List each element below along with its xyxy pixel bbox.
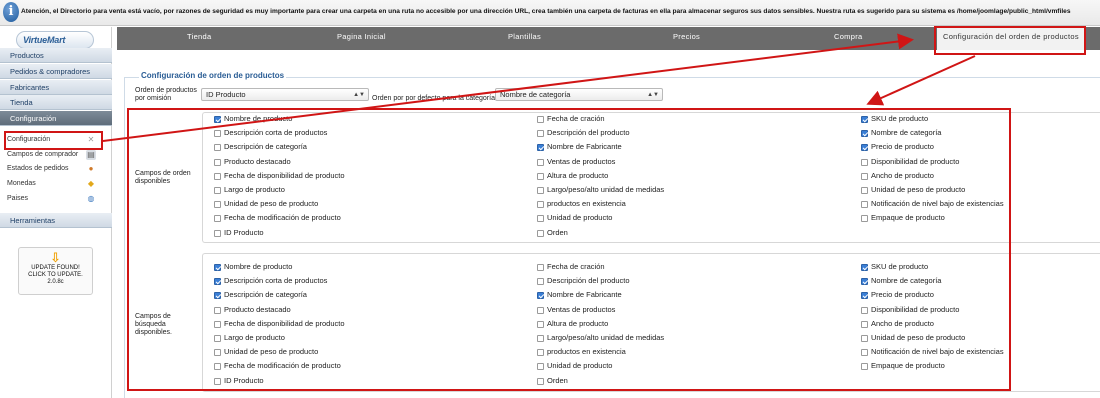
status-icon: ● [88,164,94,173]
tab-compra[interactable]: Compra [834,27,862,50]
sidebar-subitem-campos-comprador[interactable]: Campos de comprador ▤ [0,148,112,162]
annotation-box-configuracion [4,131,103,150]
sidebar-item-pedidos[interactable]: Pedidos & compradores [0,64,112,79]
sidebar: VirtueMart Productos Pedidos & comprador… [0,27,112,398]
category-order-value: Nombre de categoría [500,90,571,99]
sidebar-item-fabricantes[interactable]: Fabricantes [0,80,112,95]
tab-plantillas[interactable]: Plantillas [508,27,541,50]
update-button[interactable]: ⇩ UPDATE FOUND! CLICK TO UPDATE. 2.0.8c [18,247,93,295]
category-order-label: Orden por por defecto para la categoría [372,95,495,102]
globe-icon: ◍ [87,194,95,203]
sidebar-item-tienda[interactable]: Tienda [0,95,112,110]
tab-tienda[interactable]: Tienda [187,27,211,50]
sidebar-item-herramientas[interactable]: Herramientas [0,213,112,228]
virtuemart-logo[interactable]: VirtueMart [16,31,94,49]
notice-text: Atención, el Directorio para venta está … [21,8,1071,15]
tab-pagina-inicial[interactable]: Pagina Inicial [337,27,386,50]
sidebar-item-productos[interactable]: Productos [0,48,112,63]
update-version: 2.0.8c [47,279,64,285]
sidebar-subitem-paises[interactable]: Paises ◍ [0,192,112,206]
subitem-label: Paises [7,195,29,202]
notice-bar: i Atención, el Directorio para venta est… [0,0,1100,26]
section-legend: Configuración de orden de productos [139,71,287,80]
download-arrow-icon: ⇩ [50,250,61,265]
chevron-updown-icon: ▲▼ [353,92,365,98]
update-line-2: CLICK TO UPDATE. [28,272,83,278]
annotation-box-tab [934,26,1086,55]
sidebar-subitem-monedas[interactable]: Monedas ◆ [0,177,112,191]
form-icon: ▤ [86,150,96,160]
coins-icon: ◆ [87,179,95,188]
order-by-select[interactable]: ID Producto ▲▼ [201,88,369,101]
info-icon: i [3,2,19,22]
tab-precios[interactable]: Precios [673,27,700,50]
subitem-label: Campos de comprador [7,151,79,158]
category-order-select[interactable]: Nombre de categoría ▲▼ [495,88,663,101]
logo-text: VirtueMart [23,35,66,45]
subitem-label: Estados de pedidos [7,165,69,172]
order-by-value: ID Producto [206,90,246,99]
annotation-box-fields [127,108,1011,391]
chevron-updown-icon: ▲▼ [647,92,659,98]
order-by-label: Orden de productos por omisión [135,87,197,102]
update-line-1: UPDATE FOUND! [31,265,80,271]
subitem-label: Monedas [7,180,36,187]
sidebar-subitem-estados-pedidos[interactable]: Estados de pedidos ● [0,162,112,176]
sidebar-item-configuracion[interactable]: Configuración [0,111,112,126]
